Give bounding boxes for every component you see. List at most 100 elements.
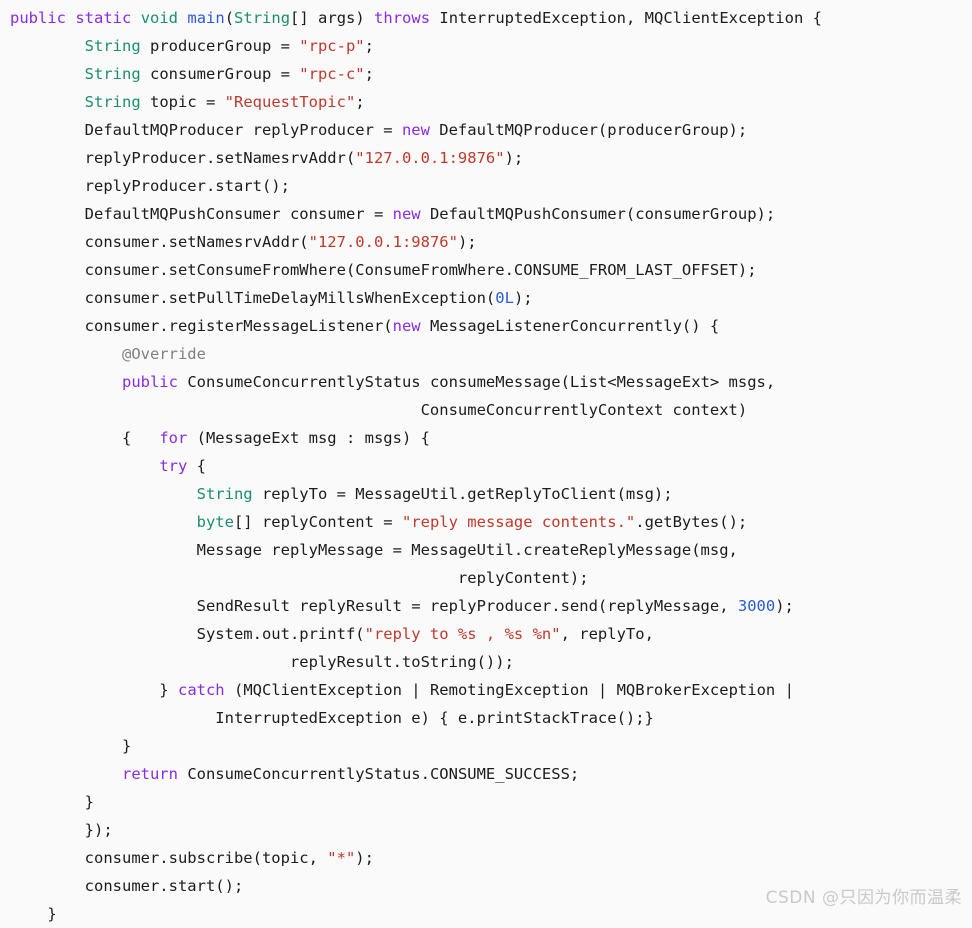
code-token-kw: try bbox=[159, 457, 188, 475]
code-line: byte[] replyContent = "reply message con… bbox=[0, 508, 972, 536]
code-block: public static void main(String[] args) t… bbox=[0, 0, 972, 923]
code-line: replyResult.toString()); bbox=[0, 648, 972, 676]
code-token-plain: replyContent); bbox=[10, 569, 589, 587]
code-line: }); bbox=[0, 816, 972, 844]
code-token-str: "127.0.0.1:9876" bbox=[308, 233, 458, 251]
code-token-plain: replyProducer.setNamesrvAddr( bbox=[10, 149, 356, 167]
code-token-type: byte bbox=[196, 513, 234, 531]
code-token-plain: [] replyContent = bbox=[233, 513, 402, 531]
code-token-plain: ); bbox=[513, 289, 533, 307]
code-line: Message replyMessage = MessageUtil.creat… bbox=[0, 536, 972, 564]
code-token-plain: { bbox=[187, 457, 206, 475]
code-token-plain: DefaultMQPushConsumer(consumerGroup); bbox=[420, 205, 776, 223]
code-token-plain: consumerGroup = bbox=[140, 65, 300, 83]
code-line: consumer.setNamesrvAddr("127.0.0.1:9876"… bbox=[0, 228, 972, 256]
code-token-str: "rpc-c" bbox=[299, 65, 365, 83]
code-token-plain: ConsumeConcurrentlyStatus.CONSUME_SUCCES… bbox=[177, 765, 580, 783]
code-token-kw: new bbox=[401, 121, 430, 139]
code-token-plain: replyResult.toString()); bbox=[10, 653, 514, 671]
code-token-plain: ; bbox=[364, 65, 374, 83]
code-token-kw: new bbox=[392, 317, 421, 335]
code-token-plain: replyTo = MessageUtil.getReplyToClient(m… bbox=[252, 485, 673, 503]
code-token-plain: InterruptedException e) { e.printStackTr… bbox=[10, 709, 654, 727]
code-token-plain: DefaultMQPushConsumer consumer = bbox=[10, 205, 393, 223]
code-token-type: void bbox=[140, 9, 179, 27]
code-line: replyProducer.start(); bbox=[0, 172, 972, 200]
code-line: consumer.setConsumeFromWhere(ConsumeFrom… bbox=[0, 256, 972, 284]
code-token-plain: , replyTo, bbox=[560, 625, 654, 643]
code-line: InterruptedException e) { e.printStackTr… bbox=[0, 704, 972, 732]
code-line: { for (MessageExt msg : msgs) { bbox=[0, 424, 972, 452]
code-token-punct: ( bbox=[224, 9, 235, 27]
code-token-plain: consumer.setNamesrvAddr( bbox=[10, 233, 309, 251]
code-token-kw: public bbox=[10, 9, 66, 27]
code-token-type: String bbox=[84, 65, 141, 83]
code-token-plain: ); bbox=[504, 149, 524, 167]
code-line: try { bbox=[0, 452, 972, 480]
code-token-plain: DefaultMQProducer replyProducer = bbox=[10, 121, 402, 139]
code-token-plain: Message replyMessage = MessageUtil.creat… bbox=[10, 541, 738, 559]
code-line: String producerGroup = "rpc-p"; bbox=[0, 32, 972, 60]
code-token-num: 3000 bbox=[737, 597, 776, 615]
code-token-plain: ); bbox=[775, 597, 794, 615]
code-line: consumer.registerMessageListener(new Mes… bbox=[0, 312, 972, 340]
code-line: consumer.setPullTimeDelayMillsWhenExcept… bbox=[0, 284, 972, 312]
code-line: replyContent); bbox=[0, 564, 972, 592]
code-token-plain: topic = bbox=[140, 93, 225, 111]
code-token-plain: ); bbox=[457, 233, 477, 251]
code-token-plain: } bbox=[10, 737, 132, 755]
code-token-plain: .getBytes(); bbox=[635, 513, 748, 531]
code-token-plain: producerGroup = bbox=[140, 37, 300, 55]
code-line: } bbox=[0, 788, 972, 816]
code-line: DefaultMQPushConsumer consumer = new Def… bbox=[0, 200, 972, 228]
code-line: String topic = "RequestTopic"; bbox=[0, 88, 972, 116]
code-token-kw: throws bbox=[374, 9, 431, 27]
code-token-plain: ConsumeConcurrentlyContext context) bbox=[10, 401, 748, 419]
code-token-type: String bbox=[84, 93, 141, 111]
code-token-plain: consumer.subscribe(topic, bbox=[10, 849, 328, 867]
code-line: replyProducer.setNamesrvAddr("127.0.0.1:… bbox=[0, 144, 972, 172]
code-token-num: 0L bbox=[495, 289, 514, 307]
code-token-plain: (MQClientException | RemotingException |… bbox=[224, 681, 794, 699]
code-line: consumer.subscribe(topic, "*"); bbox=[0, 844, 972, 872]
code-token-plain: ; bbox=[364, 37, 374, 55]
code-token-anno: @Override bbox=[121, 345, 206, 363]
code-token-plain: }); bbox=[10, 821, 113, 839]
code-line: String consumerGroup = "rpc-c"; bbox=[0, 60, 972, 88]
code-line: return ConsumeConcurrentlyStatus.CONSUME… bbox=[0, 760, 972, 788]
code-token-plain: } bbox=[10, 681, 178, 699]
code-token-str: "reply message contents." bbox=[401, 513, 636, 531]
code-token-kw: static bbox=[75, 9, 132, 27]
code-token-plain: InterruptedException, MQClientException … bbox=[430, 9, 822, 27]
code-token-str: "*" bbox=[327, 849, 356, 867]
code-token-plain: ConsumeConcurrentlyStatus consumeMessage… bbox=[177, 373, 776, 391]
code-token-str: "RequestTopic" bbox=[224, 93, 356, 111]
code-token-str: "127.0.0.1:9876" bbox=[355, 149, 505, 167]
code-token-str: "rpc-p" bbox=[299, 37, 365, 55]
code-line: DefaultMQProducer replyProducer = new De… bbox=[0, 116, 972, 144]
code-token-plain: consumer.start(); bbox=[10, 877, 244, 895]
code-token-kw: catch bbox=[177, 681, 225, 699]
code-token-plain: consumer.registerMessageListener( bbox=[10, 317, 393, 335]
code-token-plain: (MessageExt msg : msgs) { bbox=[187, 429, 430, 447]
code-token-type: String bbox=[234, 9, 291, 27]
code-line: String replyTo = MessageUtil.getReplyToC… bbox=[0, 480, 972, 508]
code-token-type: String bbox=[196, 485, 253, 503]
code-line: SendResult replyResult = replyProducer.s… bbox=[0, 592, 972, 620]
code-token-plain: SendResult replyResult = replyProducer.s… bbox=[10, 597, 738, 615]
code-token-plain: ); bbox=[355, 849, 374, 867]
code-token-plain: consumer.setConsumeFromWhere(ConsumeFrom… bbox=[10, 261, 757, 279]
code-token-plain: consumer.setPullTimeDelayMillsWhenExcept… bbox=[10, 289, 496, 307]
code-line: public static void main(String[] args) t… bbox=[0, 4, 972, 32]
code-token-plain: MessageListenerConcurrently() { bbox=[420, 317, 720, 335]
code-token-plain: ; bbox=[355, 93, 365, 111]
